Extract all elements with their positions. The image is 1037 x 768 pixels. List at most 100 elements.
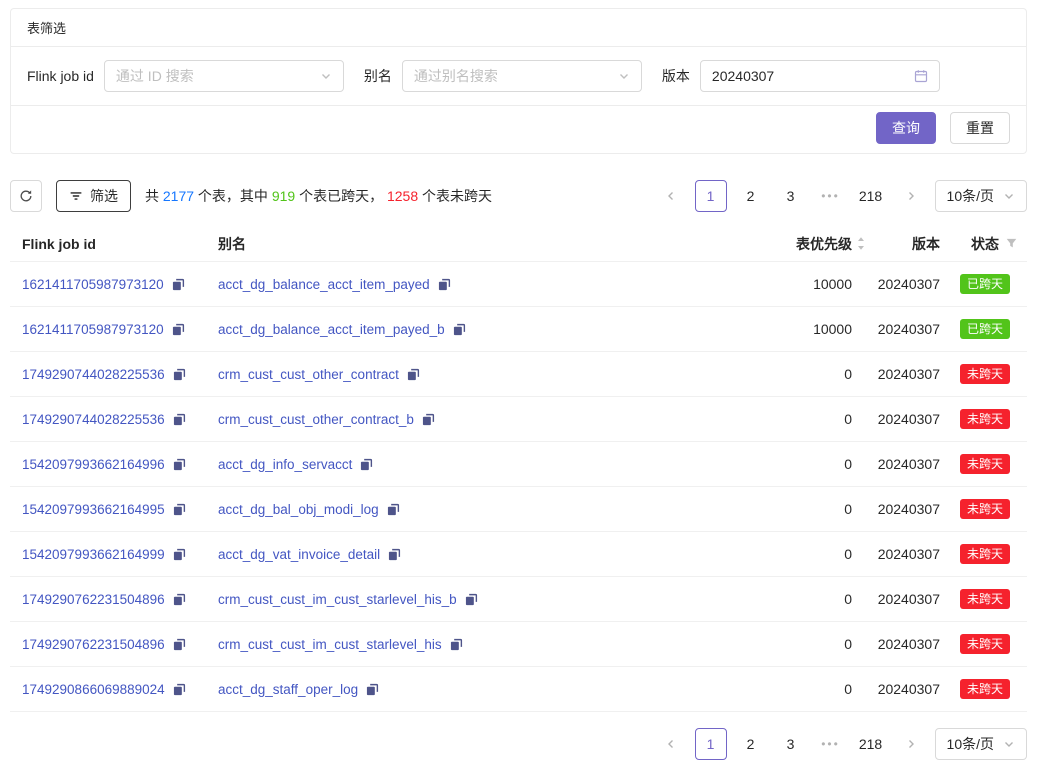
priority-cell: 0 (706, 411, 866, 427)
page-ellipsis[interactable]: ••• (815, 728, 847, 760)
sort-carets-icon[interactable] (856, 235, 866, 252)
alias-link[interactable]: crm_cust_cust_other_contract_b (218, 412, 414, 427)
next-page-button[interactable] (895, 728, 927, 760)
alias-link[interactable]: acct_dg_info_servacct (218, 457, 352, 472)
page-button-1[interactable]: 1 (695, 728, 727, 760)
flink-job-id-link[interactable]: 1542097993662164995 (22, 502, 165, 517)
flink-job-id-link[interactable]: 1542097993662164999 (22, 547, 165, 562)
table-row: 1749290762231504896 crm_cust_cust_im_cus… (10, 622, 1027, 667)
bottom-bar: 1 2 3 ••• 218 10条/页 (10, 728, 1027, 760)
column-header-alias: 别名 (218, 234, 706, 254)
version-cell: 20240307 (866, 276, 940, 292)
page-button-last[interactable]: 218 (855, 180, 887, 212)
job-id-cell: 1749290762231504896 (22, 637, 218, 652)
copy-icon[interactable] (173, 593, 186, 606)
page-ellipsis[interactable]: ••• (815, 180, 847, 212)
copy-icon[interactable] (173, 548, 186, 561)
version-cell: 20240307 (866, 411, 940, 427)
page-size-select[interactable]: 10条/页 (935, 180, 1027, 212)
flink-job-id-link[interactable]: 1621411705987973120 (22, 322, 164, 337)
version-value: 20240307 (712, 68, 774, 84)
page-button-3[interactable]: 3 (775, 180, 807, 212)
reset-button[interactable]: 重置 (950, 112, 1010, 144)
flink-job-id-link[interactable]: 1749290744028225536 (22, 412, 165, 427)
column-header-status: 状态 (940, 234, 1017, 254)
priority-cell: 0 (706, 366, 866, 382)
prev-page-button[interactable] (655, 180, 687, 212)
column-header-job-id: Flink job id (22, 236, 218, 252)
flink-job-id-link[interactable]: 1542097993662164996 (22, 457, 165, 472)
alias-link[interactable]: acct_dg_balance_acct_item_payed_b (218, 322, 445, 337)
copy-icon[interactable] (172, 278, 185, 291)
filter-button[interactable]: 筛选 (56, 180, 131, 212)
flink-job-id-link[interactable]: 1749290744028225536 (22, 367, 165, 382)
copy-icon[interactable] (173, 413, 186, 426)
copy-icon[interactable] (422, 413, 435, 426)
table-row: 1749290744028225536 crm_cust_cust_other_… (10, 397, 1027, 442)
copy-icon[interactable] (173, 638, 186, 651)
alias-select[interactable]: 通过别名搜索 (402, 60, 642, 92)
alias-link[interactable]: acct_dg_staff_oper_log (218, 682, 358, 697)
copy-icon[interactable] (450, 638, 463, 651)
copy-icon[interactable] (438, 278, 451, 291)
table-row: 1749290744028225536 crm_cust_cust_other_… (10, 352, 1027, 397)
summary-uncrossed-count: 1258 (387, 188, 418, 204)
status-badge: 已跨天 (960, 319, 1010, 339)
flink-job-id-link[interactable]: 1749290762231504896 (22, 637, 165, 652)
status-badge: 未跨天 (960, 679, 1010, 699)
column-header-priority-label: 表优先级 (796, 234, 852, 254)
next-page-button[interactable] (895, 180, 927, 212)
page-button-2[interactable]: 2 (735, 180, 767, 212)
priority-cell: 10000 (706, 321, 866, 337)
status-cell: 未跨天 (940, 679, 1017, 699)
copy-icon[interactable] (453, 323, 466, 336)
alias-link[interactable]: crm_cust_cust_im_cust_starlevel_his (218, 637, 442, 652)
copy-icon[interactable] (366, 683, 379, 696)
copy-icon[interactable] (465, 593, 478, 606)
status-badge: 未跨天 (960, 409, 1010, 429)
column-header-status-label: 状态 (971, 234, 999, 254)
pagination-top: 1 2 3 ••• 218 10条/页 (655, 180, 1027, 212)
flink-job-id-select[interactable]: 通过 ID 搜索 (104, 60, 344, 92)
flink-job-id-link[interactable]: 1749290866069889024 (22, 682, 165, 697)
alias-link[interactable]: crm_cust_cust_im_cust_starlevel_his_b (218, 592, 457, 607)
page-button-1[interactable]: 1 (695, 180, 727, 212)
copy-icon[interactable] (173, 683, 186, 696)
alias-cell: acct_dg_bal_obj_modi_log (218, 502, 706, 517)
copy-icon[interactable] (173, 503, 186, 516)
copy-icon[interactable] (407, 368, 420, 381)
refresh-button[interactable] (10, 180, 42, 212)
copy-icon[interactable] (387, 503, 400, 516)
version-date-picker[interactable]: 20240307 (700, 60, 940, 92)
column-header-priority[interactable]: 表优先级 (706, 234, 866, 254)
alias-cell: acct_dg_balance_acct_item_payed (218, 277, 706, 292)
page-button-3[interactable]: 3 (775, 728, 807, 760)
copy-icon[interactable] (173, 368, 186, 381)
alias-link[interactable]: acct_dg_vat_invoice_detail (218, 547, 380, 562)
copy-icon[interactable] (173, 458, 186, 471)
copy-icon[interactable] (172, 323, 185, 336)
copy-icon[interactable] (360, 458, 373, 471)
version-cell: 20240307 (866, 456, 940, 472)
alias-link[interactable]: acct_dg_bal_obj_modi_log (218, 502, 379, 517)
query-button[interactable]: 查询 (876, 112, 936, 144)
status-cell: 已跨天 (940, 319, 1017, 339)
summary-crossed-count: 919 (272, 188, 295, 204)
flink-job-id-link[interactable]: 1749290762231504896 (22, 592, 165, 607)
alias-cell: crm_cust_cust_im_cust_starlevel_his_b (218, 592, 706, 607)
page-size-select[interactable]: 10条/页 (935, 728, 1027, 760)
status-badge: 未跨天 (960, 454, 1010, 474)
page-button-last[interactable]: 218 (855, 728, 887, 760)
summary-total-count: 2177 (163, 188, 194, 204)
prev-page-button[interactable] (655, 728, 687, 760)
alias-cell: acct_dg_vat_invoice_detail (218, 547, 706, 562)
filter-fields: Flink job id 通过 ID 搜索 别名 通过别名搜索 (11, 47, 1026, 105)
job-id-cell: 1749290744028225536 (22, 367, 218, 382)
filter-funnel-icon[interactable] (1006, 238, 1017, 249)
flink-job-id-link[interactable]: 1621411705987973120 (22, 277, 164, 292)
alias-link[interactable]: acct_dg_balance_acct_item_payed (218, 277, 430, 292)
alias-link[interactable]: crm_cust_cust_other_contract (218, 367, 399, 382)
copy-icon[interactable] (388, 548, 401, 561)
status-cell: 已跨天 (940, 274, 1017, 294)
page-button-2[interactable]: 2 (735, 728, 767, 760)
